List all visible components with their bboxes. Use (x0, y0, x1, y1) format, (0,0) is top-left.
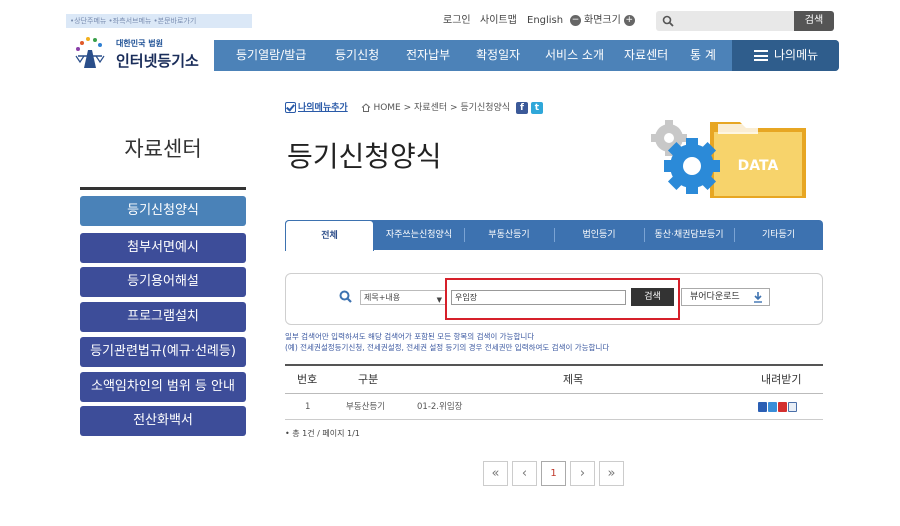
search-icon (339, 290, 352, 303)
total-count: • 총 1건 / 페이지 1/1 (285, 429, 360, 438)
pdf-file-icon[interactable] (778, 401, 787, 412)
header-category: 구분 (358, 373, 379, 386)
tab-corporate[interactable]: 법인등기 (554, 220, 644, 250)
sidebar-divider (80, 187, 246, 190)
main-nav: 등기열람/발급 등기신청 전자납부 확정일자 서비스 소개 자료센터 통 계 나… (214, 40, 839, 71)
zoom-control: − 화면크기 + (567, 12, 638, 30)
zoom-in-icon[interactable]: + (623, 14, 635, 26)
header-no: 번호 (297, 373, 318, 386)
pager-next[interactable]: › (570, 461, 595, 486)
highlight-box (445, 278, 680, 320)
sidebar-item-forms[interactable]: 등기신청양식 (80, 196, 246, 226)
court-emblem-icon (75, 37, 105, 68)
tab-movables[interactable]: 동산·채권담보등기 (644, 220, 734, 250)
header-title: 제목 (563, 373, 584, 386)
search-notes: 일부 검색어만 입력하셔도 해당 검색어가 포함된 모든 항목의 검색이 가능합… (285, 331, 609, 353)
sidebar-item-attachments[interactable]: 첨부서면예시 (80, 233, 246, 263)
illustration-text: DATA (738, 158, 779, 174)
facebook-icon[interactable]: f (515, 101, 528, 114)
row-title[interactable]: 01-2.위임장 (417, 394, 462, 420)
logo-title: 인터넷등기소 (116, 52, 199, 70)
sidebar-item-programs[interactable]: 프로그램설치 (80, 302, 246, 332)
doc-file-icon[interactable] (788, 401, 797, 412)
nav-item-stats[interactable]: 통 계 (690, 40, 716, 71)
search-field-select[interactable]: 제목+내용 ▼ (360, 290, 446, 305)
sidebar-title: 자료센터 (124, 137, 202, 161)
sidebar-item-laws[interactable]: 등기관련법규(예규·선례등) (80, 337, 246, 367)
top-search-button[interactable]: 검색 (794, 11, 834, 31)
nav-item-epay[interactable]: 전자납부 (406, 40, 450, 71)
breadcrumb-path[interactable]: HOME > 자료센터 > 등기신청양식 (373, 103, 510, 113)
zoom-label: 화면크기 (584, 15, 621, 26)
table-row: 1 부동산등기 01-2.위임장 (285, 394, 823, 420)
sitemap-link[interactable]: 사이트맵 (480, 12, 517, 30)
logo-subtitle: 대한민국 법원 (116, 39, 163, 48)
my-menu-label: 나의메뉴 (774, 48, 819, 62)
word-file-icon[interactable] (758, 401, 767, 412)
check-icon (285, 102, 296, 113)
pager-current[interactable]: 1 (541, 461, 566, 486)
hwp-file-icon[interactable] (768, 401, 777, 412)
my-menu-button[interactable]: 나의메뉴 (732, 40, 839, 71)
nav-item-issue[interactable]: 등기열람/발급 (236, 40, 306, 71)
viewer-download-label: 뷰어다운로드 (690, 292, 740, 302)
tab-all[interactable]: 전체 (285, 220, 374, 251)
sidebar-item-glossary[interactable]: 등기용어해설 (80, 267, 246, 297)
table-header: 번호 구분 제목 내려받기 (285, 364, 823, 394)
sidebar-item-tenant[interactable]: 소액임차인의 범위 등 안내 (80, 372, 246, 402)
add-my-menu-link[interactable]: 나의메뉴추가 (298, 103, 348, 113)
search-note: 일부 검색어만 입력하셔도 해당 검색어가 포함된 모든 항목의 검색이 가능합… (285, 332, 535, 341)
home-icon (361, 103, 370, 112)
category-tabs: 전체 자주쓰는신청양식 부동산등기 법인등기 동산·채권담보등기 기타등기 (285, 220, 823, 251)
pager-first[interactable]: « (483, 461, 508, 486)
viewer-download-button[interactable]: 뷰어다운로드 (681, 288, 770, 306)
twitter-icon[interactable]: t (530, 101, 543, 114)
pager-last[interactable]: » (599, 461, 624, 486)
sidebar-item-whitepaper[interactable]: 전산화백서 (80, 406, 246, 436)
download-icon (754, 292, 762, 303)
header-download: 내려받기 (761, 373, 802, 386)
nav-item-data-center[interactable]: 자료센터 (624, 40, 668, 71)
page-title: 등기신청양식 (287, 140, 442, 173)
tab-real-estate[interactable]: 부동산등기 (464, 220, 554, 250)
pager-prev[interactable]: ‹ (512, 461, 537, 486)
nav-item-apply[interactable]: 등기신청 (335, 40, 379, 71)
row-no: 1 (305, 402, 311, 412)
skip-links[interactable]: •상단주메뉴 •좌측서브메뉴 •본문바로가기 (66, 14, 252, 28)
tab-frequent[interactable]: 자주쓰는신청양식 (374, 220, 464, 250)
search-field-value: 제목+내용 (364, 293, 401, 302)
download-icons (757, 394, 797, 420)
hamburger-icon (754, 50, 768, 61)
nav-item-service[interactable]: 서비스 소개 (545, 40, 604, 71)
top-search: 검색 (656, 11, 834, 31)
top-search-input[interactable] (656, 11, 794, 31)
search-note-example: (예) 전세권설정등기신청, 전세권설정, 전세권 설정 등기의 경우 전세권만… (285, 343, 610, 352)
english-link[interactable]: English (527, 12, 563, 30)
tab-other[interactable]: 기타등기 (734, 220, 823, 250)
login-link[interactable]: 로그인 (443, 12, 471, 30)
site-logo[interactable]: 대한민국 법원 인터넷등기소 (70, 32, 210, 70)
zoom-out-icon[interactable]: − (570, 14, 581, 26)
row-category: 부동산등기 (346, 402, 386, 412)
search-icon (662, 15, 674, 27)
chevron-down-icon: ▼ (436, 296, 442, 304)
breadcrumb: 나의메뉴추가 HOME > 자료센터 > 등기신청양식 ft (285, 101, 543, 115)
data-folder-illustration: DATA (651, 120, 806, 198)
nav-item-date[interactable]: 확정일자 (476, 40, 520, 71)
